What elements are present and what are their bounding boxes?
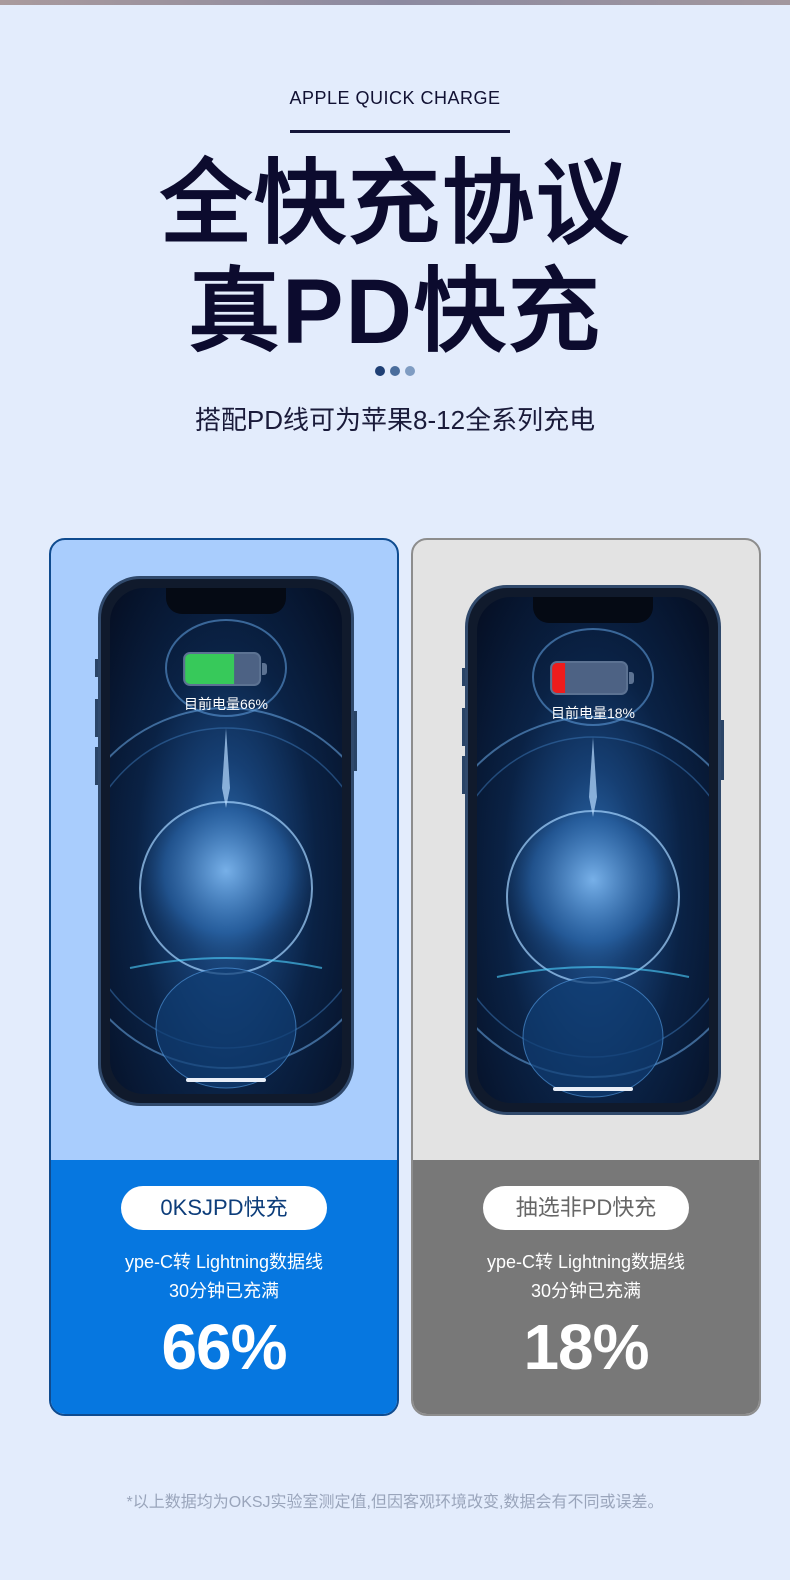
product-pill: 0KSJPD快充 (121, 1186, 327, 1230)
phone-side-button (721, 720, 724, 780)
cable-description: ype-C转 Lightning数据线 (124, 1252, 324, 1272)
dot-1 (375, 366, 385, 376)
card-info-panel: 0KSJPD快充 ype-C转 Lightning数据线 30分钟已充满 66% (51, 1160, 397, 1414)
cable-description: ype-C转 Lightning数据线 (486, 1252, 686, 1272)
dot-2 (390, 366, 400, 376)
battery-label: 目前电量66% (183, 696, 269, 712)
battery-tip (629, 672, 634, 684)
phone-side-button (462, 668, 465, 686)
title-underline (290, 130, 510, 133)
top-decorative-bar (0, 0, 790, 5)
phone-notch (533, 597, 653, 623)
battery-label: 目前电量18% (550, 705, 636, 721)
decorative-dots (375, 366, 415, 376)
phone-side-button (95, 747, 98, 785)
charge-percent: 66% (161, 1311, 287, 1383)
battery-fill (185, 654, 234, 684)
dot-3 (405, 366, 415, 376)
phone-screen: 目前电量18% (477, 597, 709, 1103)
headline-line-2: 真PD快充 (188, 261, 602, 363)
battery-tip (262, 663, 267, 675)
charge-time: 30分钟已充满 (530, 1281, 642, 1301)
phone-side-button (462, 756, 465, 794)
phone-side-button (354, 711, 357, 771)
eyebrow-title: APPLE QUICK CHARGE (289, 88, 501, 108)
battery-fill (552, 663, 566, 693)
battery-indicator (183, 652, 262, 686)
phone-screen: 目前电量66% (110, 588, 342, 1094)
charge-time: 30分钟已充满 (168, 1281, 280, 1301)
phone-mockup: 目前电量18% (462, 585, 724, 1115)
phone-mockup: 目前电量66% (95, 576, 357, 1106)
comparison-card-pd: 目前电量66% 0KSJPD快充 ype-C转 Lightning数据线 30分… (49, 538, 399, 1416)
phone-side-button (462, 708, 465, 746)
comparison-card-non-pd: 目前电量18% 抽选非PD快充 ype-C转 Lightning数据线 30分钟… (411, 538, 761, 1416)
phone-notch (166, 588, 286, 614)
home-indicator (553, 1087, 633, 1091)
product-pill: 抽选非PD快充 (483, 1186, 689, 1230)
charge-percent: 18% (523, 1311, 649, 1383)
subtitle: 搭配PD线可为苹果8-12全系列充电 (194, 405, 596, 435)
home-indicator (186, 1078, 266, 1082)
phone-side-button (95, 699, 98, 737)
headline-line-1: 全快充协议 (159, 153, 630, 255)
card-info-panel: 抽选非PD快充 ype-C转 Lightning数据线 30分钟已充满 18% (413, 1160, 759, 1414)
battery-indicator (550, 661, 629, 695)
footnote: *以上数据均为OKSJ实验室测定值,但因客观环境改变,数据会有不同或误差。 (126, 1494, 664, 1511)
phone-side-button (95, 659, 98, 677)
